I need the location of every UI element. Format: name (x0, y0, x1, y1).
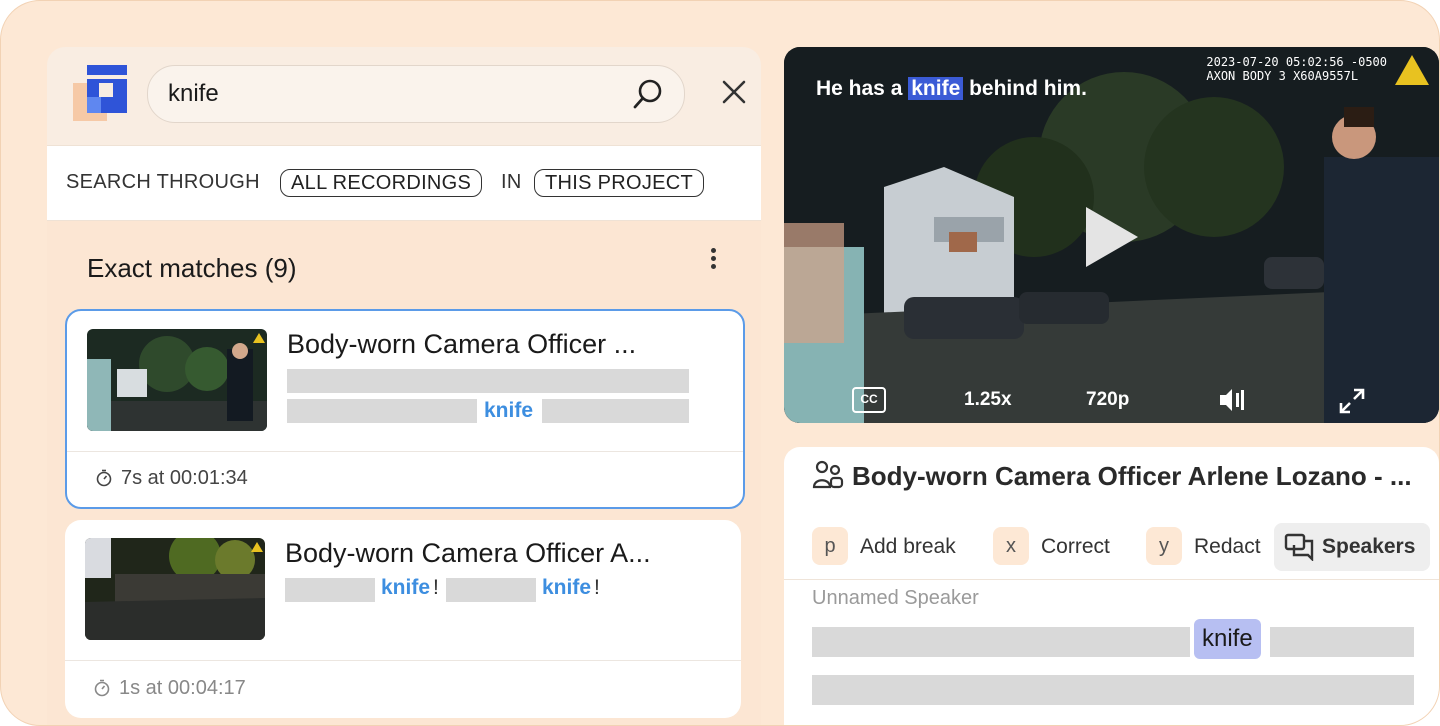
search-input[interactable]: knife (147, 65, 685, 123)
video-caption: He has a knife behind him. (816, 77, 1087, 101)
transcript-title: Body-worn Camera Officer Arlene Lozano -… (852, 461, 1412, 491)
stopwatch-icon (96, 469, 112, 487)
match-punct: ! (594, 576, 600, 599)
shortcut-key-correct: x (993, 527, 1029, 565)
people-icon (812, 460, 844, 489)
results-heading: Exact matches (9) (87, 253, 297, 284)
redacted-text (812, 675, 1414, 705)
result-thumbnail (85, 538, 265, 640)
result-title: Body-worn Camera Officer ... (287, 329, 637, 359)
result-meta: 1s at 00:04:17 (93, 677, 246, 700)
fullscreen-icon[interactable] (1338, 387, 1366, 415)
closed-captions-icon[interactable]: CC (852, 387, 886, 413)
video-timestamp-overlay: 2023-07-20 05:02:56 -0500 AXON BODY 3 X6… (1206, 55, 1387, 83)
redacted-text (446, 578, 536, 602)
result-meta: 7s at 00:01:34 (95, 467, 248, 490)
redacted-text (542, 399, 689, 423)
redacted-text (285, 578, 375, 602)
scope-recordings-selector[interactable]: ALL RECORDINGS (280, 169, 483, 197)
match-highlight: knife (484, 399, 534, 422)
speaker-name[interactable]: Unnamed Speaker (812, 587, 979, 610)
match-highlight: knife (381, 576, 431, 599)
redacted-text (1270, 627, 1414, 657)
quality-button[interactable]: 720p (1086, 389, 1129, 411)
search-panel: knife SEARCH THROUGH ALL RECORDINGS IN T… (47, 47, 761, 725)
transcript-panel: Body-worn Camera Officer Arlene Lozano -… (784, 447, 1439, 725)
caption-before: He has a (816, 77, 903, 100)
more-vertical-icon[interactable] (703, 245, 723, 275)
correct-button[interactable]: Correct (1041, 535, 1110, 559)
video-player[interactable]: He has a knife behind him. 2023-07-20 05… (784, 47, 1439, 423)
scope-in: IN (501, 171, 522, 193)
redacted-text (287, 369, 689, 393)
speakers-button[interactable]: Speakers (1274, 523, 1430, 571)
add-break-button[interactable]: Add break (860, 535, 956, 559)
shortcut-key-redact: y (1146, 527, 1182, 565)
card-divider (67, 451, 743, 452)
result-card[interactable]: Body-worn Camera Officer A... knife ! kn… (65, 520, 741, 718)
results-count: (9) (264, 253, 297, 283)
result-card[interactable]: Body-worn Camera Officer ... knife 7s at… (65, 309, 745, 509)
playback-speed-button[interactable]: 1.25x (964, 389, 1012, 411)
search-header: knife (47, 47, 761, 145)
caption-highlight: knife (908, 77, 964, 100)
caption-after: behind him. (969, 77, 1087, 100)
match-punct: ! (433, 576, 439, 599)
app-logo (73, 65, 127, 121)
search-query[interactable]: knife (168, 80, 219, 108)
redact-button[interactable]: Redact (1194, 535, 1261, 559)
transcript-highlight[interactable]: knife (1194, 619, 1261, 659)
close-icon[interactable] (717, 75, 751, 109)
result-title: Body-worn Camera Officer A... (285, 538, 651, 568)
match-highlight: knife (542, 576, 592, 599)
speakers-icon (1284, 533, 1314, 561)
result-thumbnail (87, 329, 267, 431)
video-device: AXON BODY 3 X60A9557L (1206, 69, 1359, 83)
volume-icon[interactable] (1218, 387, 1246, 413)
search-scope: SEARCH THROUGH ALL RECORDINGS IN THIS PR… (47, 145, 761, 221)
stopwatch-icon (94, 679, 110, 697)
search-icon[interactable] (632, 78, 664, 110)
speakers-label: Speakers (1322, 535, 1416, 558)
redacted-text (812, 627, 1190, 657)
shortcut-key-add-break: p (812, 527, 848, 565)
redacted-text (287, 399, 477, 423)
transcript-divider (784, 579, 1439, 580)
video-timestamp: 2023-07-20 05:02:56 -0500 (1206, 55, 1387, 69)
result-meta-text: 1s at 00:04:17 (119, 677, 246, 699)
scope-project-selector[interactable]: THIS PROJECT (534, 169, 705, 197)
play-icon[interactable] (1084, 205, 1140, 269)
result-meta-text: 7s at 00:01:34 (121, 467, 248, 489)
card-divider (65, 660, 741, 661)
scope-prefix: SEARCH THROUGH (66, 171, 260, 193)
app-frame: knife SEARCH THROUGH ALL RECORDINGS IN T… (0, 0, 1440, 726)
results-heading-label: Exact matches (87, 253, 258, 283)
